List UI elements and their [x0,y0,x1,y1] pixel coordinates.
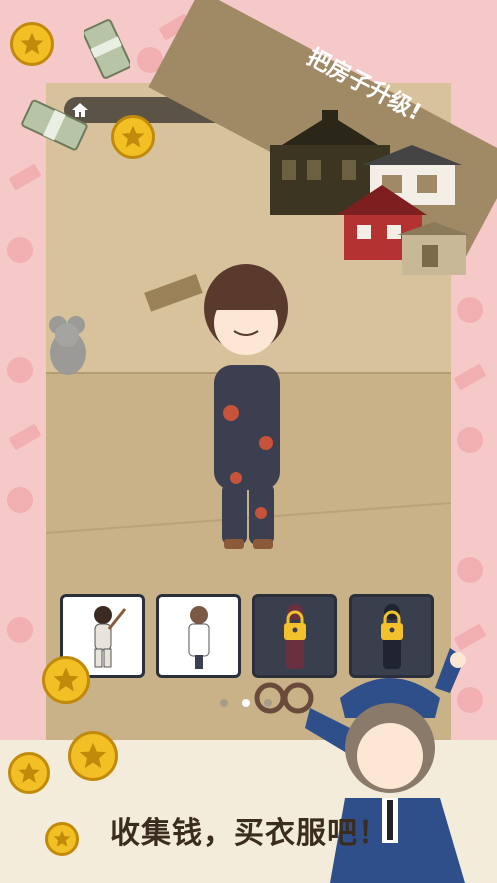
page-dot-active[interactable] [242,699,250,707]
pattern-banknote [454,624,486,650]
pattern-banknote [454,364,486,390]
coin-icon [68,731,118,781]
pattern-coin [7,487,33,513]
coin-icon [8,752,50,794]
pattern-coin [7,357,33,383]
pattern-coin [457,297,483,323]
coin-icon [111,115,155,159]
banknote-stack-icon [84,19,130,79]
pattern-coin [7,237,33,263]
banknote-stack-icon [21,99,88,151]
pattern-coin [457,557,483,583]
coin-icon [45,822,79,856]
footer-caption: 收集钱，买衣服吧！ [110,816,389,851]
page-dot[interactable] [220,699,228,707]
outfit-card-doctor[interactable] [156,594,241,678]
doctor-outfit-figure [188,606,210,669]
pattern-coin [7,617,33,643]
pattern-banknote [9,424,41,450]
mouse [49,316,86,375]
handcuffs-icon [254,682,314,714]
coin-icon [10,22,54,66]
pattern-banknote [9,164,41,190]
coin-icon [42,656,90,704]
houses-illustration [270,110,470,275]
pattern-coin [457,427,483,453]
